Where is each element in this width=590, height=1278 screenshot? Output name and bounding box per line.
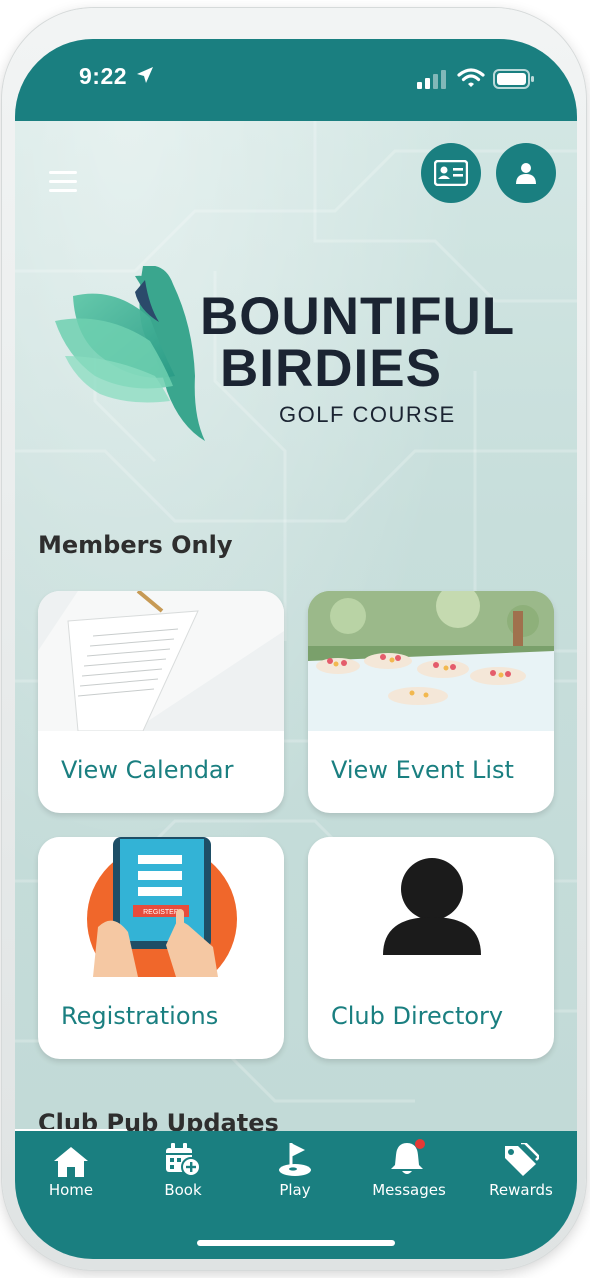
pub-updates-title: Club Pub Updates [38,1109,279,1131]
club-directory-label: Club Directory [331,1002,504,1030]
location-arrow-icon [137,67,153,83]
registration-tablet-image: REGISTER [38,837,284,977]
hamburger-icon [49,171,77,174]
member-card-icon [434,160,468,186]
profile-button[interactable] [496,143,556,203]
tab-messages[interactable]: Messages [353,1139,465,1199]
user-icon [516,163,536,184]
calendar-add-icon [166,1143,201,1177]
tab-play[interactable]: Play [239,1139,351,1199]
bell-icon [391,1139,425,1174]
tab-book[interactable]: Book [127,1139,239,1199]
tab-rewards-label: Rewards [489,1181,553,1199]
tab-home[interactable]: Home [15,1139,127,1199]
phone-frame: 9:22 BOUNTIFUL BIRDIES GOLF COURSE Membe… [2,8,586,1270]
status-bar: 9:22 [15,39,577,121]
tab-messages-label: Messages [372,1181,446,1199]
tab-rewards[interactable]: Rewards [465,1139,577,1199]
home-content[interactable]: BOUNTIFUL BIRDIES GOLF COURSE Members On… [15,121,577,1131]
golf-flag-icon [279,1143,311,1176]
home-icon [54,1147,88,1177]
logo-line-3: GOLF COURSE [279,402,456,427]
svg-text:REGISTER: REGISTER [143,909,179,916]
registrations-label: Registrations [61,1002,219,1030]
cellular-signal-icon [417,70,446,89]
tag-icon [505,1143,539,1176]
members-section-title: Members Only [38,531,233,559]
wifi-icon [457,68,485,87]
tab-book-label: Book [164,1181,202,1199]
registrations-card[interactable]: REGISTER Registrations [38,837,284,1059]
person-silhouette-icon [308,837,554,977]
event-buffet-image [308,591,554,731]
view-calendar-card[interactable]: View Calendar [38,591,284,813]
view-calendar-label: View Calendar [61,756,234,784]
app-screen: 9:22 BOUNTIFUL BIRDIES GOLF COURSE Membe… [15,39,577,1259]
view-event-list-label: View Event List [331,756,514,784]
tab-home-label: Home [48,1181,94,1199]
member-card-button[interactable] [421,143,481,203]
battery-icon [493,69,534,89]
planner-image [38,591,284,731]
club-directory-card[interactable]: Club Directory [308,837,554,1059]
view-event-list-card[interactable]: View Event List [308,591,554,813]
status-time: 9:22 [79,63,128,89]
club-logo: BOUNTIFUL BIRDIES GOLF COURSE [55,266,555,446]
tab-play-label: Play [279,1181,311,1199]
home-indicator[interactable] [197,1240,395,1246]
menu-button[interactable] [49,171,77,195]
logo-line-2: BIRDIES [220,339,442,398]
